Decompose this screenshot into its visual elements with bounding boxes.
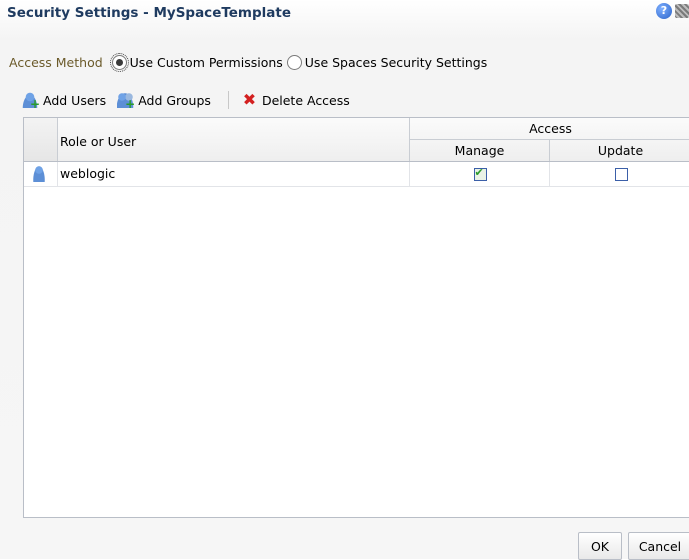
- radio-custom-permissions-label[interactable]: Use Custom Permissions: [130, 55, 283, 70]
- manage-checkbox[interactable]: [473, 166, 487, 181]
- delete-access-label: Delete Access: [261, 92, 350, 108]
- row-user-name: weblogic: [60, 166, 116, 181]
- dialog-footer: OK Cancel: [578, 532, 689, 560]
- access-method-row: Access Method Use Custom Permissions Use…: [9, 52, 491, 72]
- delete-icon: ✖: [242, 90, 257, 109]
- add-users-button[interactable]: Add Users: [22, 92, 107, 111]
- manage-cell: [409, 162, 549, 186]
- permissions-table: Role or User Access Manage Update weblog…: [23, 117, 689, 518]
- header-access: Access: [409, 118, 689, 140]
- access-method-label: Access Method: [9, 54, 103, 70]
- radio-spaces-security[interactable]: [286, 54, 302, 70]
- user-icon: [33, 166, 45, 182]
- dialog-title: Security Settings - MySpaceTemplate: [7, 5, 291, 21]
- delete-access-button[interactable]: ✖ Delete Access: [241, 92, 350, 108]
- ok-button[interactable]: OK: [578, 532, 622, 560]
- add-group-icon: [117, 92, 135, 111]
- add-user-icon: [22, 92, 40, 111]
- row-header-column: [24, 118, 58, 161]
- close-icon[interactable]: [675, 4, 689, 18]
- help-icon[interactable]: ?: [656, 3, 672, 19]
- header-manage[interactable]: Manage: [409, 140, 549, 161]
- toolbar-separator: [227, 91, 229, 109]
- radio-spaces-security-label[interactable]: Use Spaces Security Settings: [305, 55, 487, 70]
- header-role-or-user[interactable]: Role or User: [60, 134, 136, 149]
- update-checkbox[interactable]: [614, 168, 628, 181]
- header-update[interactable]: Update: [549, 140, 689, 161]
- security-settings-dialog: Security Settings - MySpaceTemplate ? Ac…: [0, 0, 689, 560]
- add-groups-label: Add Groups: [138, 92, 211, 108]
- table-row[interactable]: weblogic: [24, 162, 689, 187]
- cancel-button[interactable]: Cancel: [628, 532, 689, 560]
- add-users-label: Add Users: [43, 92, 107, 108]
- radio-custom-permissions[interactable]: [109, 52, 129, 72]
- add-groups-button[interactable]: Add Groups: [117, 92, 211, 111]
- update-cell: [549, 162, 689, 186]
- permissions-toolbar: Add Users Add Groups ✖ Delete Access: [22, 89, 361, 111]
- table-header: Role or User Access Manage Update: [24, 118, 689, 162]
